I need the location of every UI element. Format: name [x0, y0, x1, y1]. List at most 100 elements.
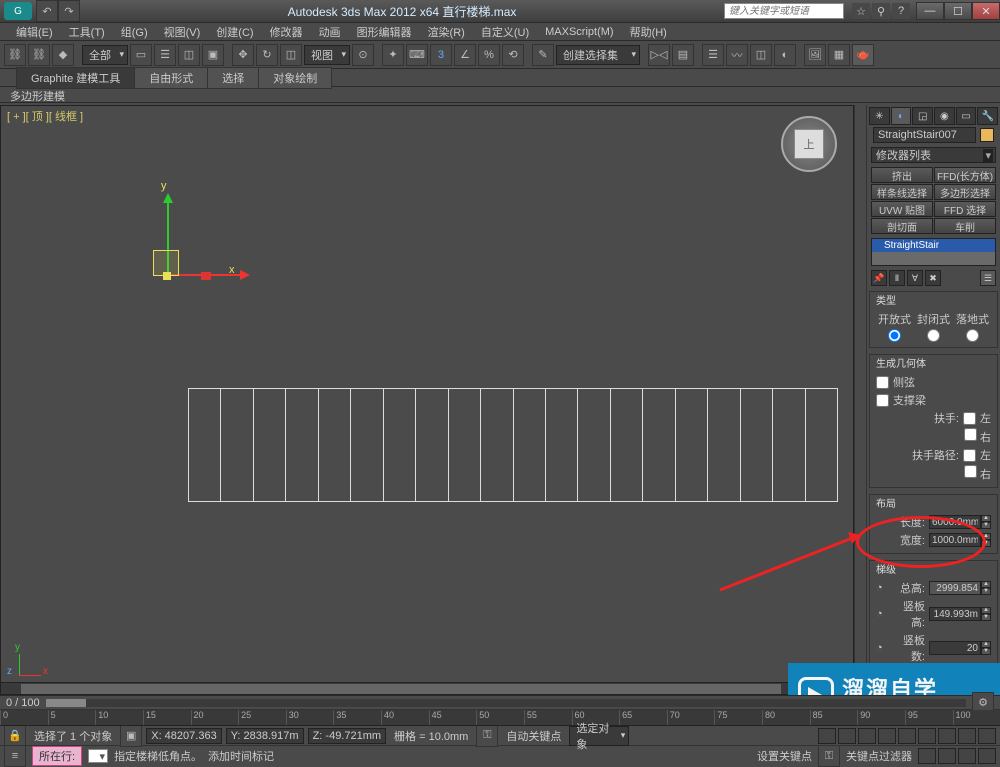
rollout-gengeo-header[interactable]: 生成几何体: [870, 355, 997, 369]
mod-btn-slice[interactable]: 剖切面: [871, 218, 933, 234]
snap-toggle-icon[interactable]: 3: [430, 44, 452, 66]
key-target-dropdown[interactable]: 选定对象: [569, 726, 629, 746]
material-editor-icon[interactable]: ◐: [774, 44, 796, 66]
info-center-1[interactable]: ☆: [852, 3, 870, 19]
ribbon-panel-polymod[interactable]: 多边形建模: [0, 87, 1000, 103]
spinner-riser-n[interactable]: [929, 641, 981, 655]
spinner-snap-icon[interactable]: ⟲: [502, 44, 524, 66]
ribbon-tab-graphite[interactable]: Graphite 建模工具: [16, 67, 135, 89]
keyboard-icon[interactable]: ⌨: [406, 44, 428, 66]
ribbon-tab-objectpaint[interactable]: 对象绘制: [258, 67, 332, 89]
gizmo-origin[interactable]: [163, 272, 171, 280]
script-icon[interactable]: ≡: [4, 745, 26, 767]
panel-tab-create[interactable]: ✳: [869, 107, 890, 125]
menu-edit[interactable]: 编辑(E): [8, 24, 61, 40]
chk-stringers[interactable]: [876, 376, 889, 389]
stack-showend-icon[interactable]: Ⅱ: [889, 270, 905, 286]
curve-editor-icon[interactable]: 〰: [726, 44, 748, 66]
qat-redo[interactable]: ↷: [58, 0, 80, 22]
type-open[interactable]: 开放式: [876, 311, 913, 342]
mirror-icon[interactable]: ▷◁: [648, 44, 670, 66]
play-prev-icon[interactable]: [838, 728, 856, 744]
nav-pan-icon[interactable]: [918, 728, 936, 744]
info-center-3[interactable]: ?: [892, 3, 910, 19]
mod-btn-lathe[interactable]: 车削: [934, 218, 996, 234]
edit-named-sel-icon[interactable]: ✎: [532, 44, 554, 66]
time-slider[interactable]: [46, 699, 966, 707]
panel-tab-motion[interactable]: ◉: [934, 107, 955, 125]
close-button[interactable]: ✕: [972, 2, 1000, 20]
named-sel-dropdown[interactable]: 创建选择集: [556, 45, 640, 65]
menu-customize[interactable]: 自定义(U): [473, 24, 537, 40]
play-icon[interactable]: [858, 728, 876, 744]
unlink-icon[interactable]: ⛓: [28, 44, 50, 66]
menu-rendering[interactable]: 渲染(R): [420, 24, 473, 40]
manipulate-icon[interactable]: ✦: [382, 44, 404, 66]
type-closed[interactable]: 封闭式: [915, 311, 952, 342]
selection-filter[interactable]: 全部: [82, 45, 128, 65]
spinner-riser-h[interactable]: [929, 607, 981, 621]
chk-rail-left[interactable]: [963, 449, 976, 462]
nav-zoom-icon[interactable]: [958, 728, 976, 744]
stack-config-icon[interactable]: ☰: [980, 270, 996, 286]
gizmo-x-handle[interactable]: [201, 272, 211, 280]
length-down[interactable]: ▼: [981, 522, 991, 529]
angle-snap-icon[interactable]: ∠: [454, 44, 476, 66]
play-start-icon[interactable]: [818, 728, 836, 744]
spinner-length[interactable]: [929, 515, 981, 529]
window-crossing-icon[interactable]: ▣: [202, 44, 224, 66]
viewport-h-scrollbar[interactable]: [21, 684, 781, 694]
rotate-icon[interactable]: ↻: [256, 44, 278, 66]
bind-icon[interactable]: ◆: [52, 44, 74, 66]
mod-btn-polysel[interactable]: 多边形选择: [934, 184, 996, 200]
layer-dropdown[interactable]: [88, 749, 108, 763]
coord-x[interactable]: X: 48207.363: [146, 728, 221, 744]
schematic-icon[interactable]: ◫: [750, 44, 772, 66]
length-up[interactable]: ▲: [981, 515, 991, 522]
ref-coord-dropdown[interactable]: 视图: [304, 45, 350, 65]
viewport-top[interactable]: [ + ][ 顶 ][ 线框 ] 上 y x y x z: [0, 105, 854, 695]
chk-rail-right[interactable]: [964, 465, 977, 478]
key-icon[interactable]: ⚿: [476, 725, 498, 747]
menu-animation[interactable]: 动画: [311, 24, 349, 40]
menu-views[interactable]: 视图(V): [156, 24, 209, 40]
nav-zoomall-icon[interactable]: [938, 748, 956, 764]
spinner-total-h[interactable]: [929, 581, 981, 595]
mod-btn-splinesel[interactable]: 样条线选择: [871, 184, 933, 200]
menu-modifiers[interactable]: 修改器: [262, 24, 311, 40]
chk-carriage[interactable]: [876, 394, 889, 407]
render-frame-icon[interactable]: ▦: [828, 44, 850, 66]
isolate-icon[interactable]: ▣: [120, 725, 142, 747]
type-box[interactable]: 落地式: [954, 311, 991, 342]
play-end-icon[interactable]: [898, 728, 916, 744]
mod-btn-uvw[interactable]: UVW 贴图: [871, 201, 933, 217]
scale-icon[interactable]: ◫: [280, 44, 302, 66]
panel-tab-display[interactable]: ▭: [956, 107, 977, 125]
add-time-tag[interactable]: 添加时间标记: [208, 748, 274, 764]
object-color-swatch[interactable]: [980, 128, 994, 142]
stack-item-straightstair[interactable]: StraightStair: [872, 239, 995, 252]
rollout-layout-header[interactable]: 布局: [870, 495, 997, 509]
menu-create[interactable]: 创建(C): [208, 24, 261, 40]
select-region-icon[interactable]: ◫: [178, 44, 200, 66]
ribbon-tab-selection[interactable]: 选择: [207, 67, 259, 89]
autokey-button[interactable]: 自动关键点: [502, 728, 565, 744]
info-center-2[interactable]: ⚲: [872, 3, 890, 19]
keyfilter-icon[interactable]: ⚿: [818, 745, 840, 767]
link-icon[interactable]: ⛓: [4, 44, 26, 66]
maximize-button[interactable]: ☐: [944, 2, 972, 20]
lock-icon[interactable]: 🔒: [4, 725, 26, 747]
nav-arc-icon[interactable]: [938, 728, 956, 744]
chk-hand-right[interactable]: [964, 428, 977, 441]
menu-maxscript[interactable]: MAXScript(M): [537, 26, 621, 38]
select-name-icon[interactable]: ☰: [154, 44, 176, 66]
play-next-icon[interactable]: [878, 728, 896, 744]
width-down[interactable]: ▼: [981, 540, 991, 547]
ribbon-tab-freeform[interactable]: 自由形式: [134, 67, 208, 89]
qat-undo[interactable]: ↶: [36, 0, 58, 22]
viewport-scroll-v[interactable]: [854, 105, 866, 695]
layers-icon[interactable]: ☰: [702, 44, 724, 66]
nav-region-icon[interactable]: [978, 748, 996, 764]
nav-max-icon[interactable]: [978, 728, 996, 744]
align-icon[interactable]: ▤: [672, 44, 694, 66]
